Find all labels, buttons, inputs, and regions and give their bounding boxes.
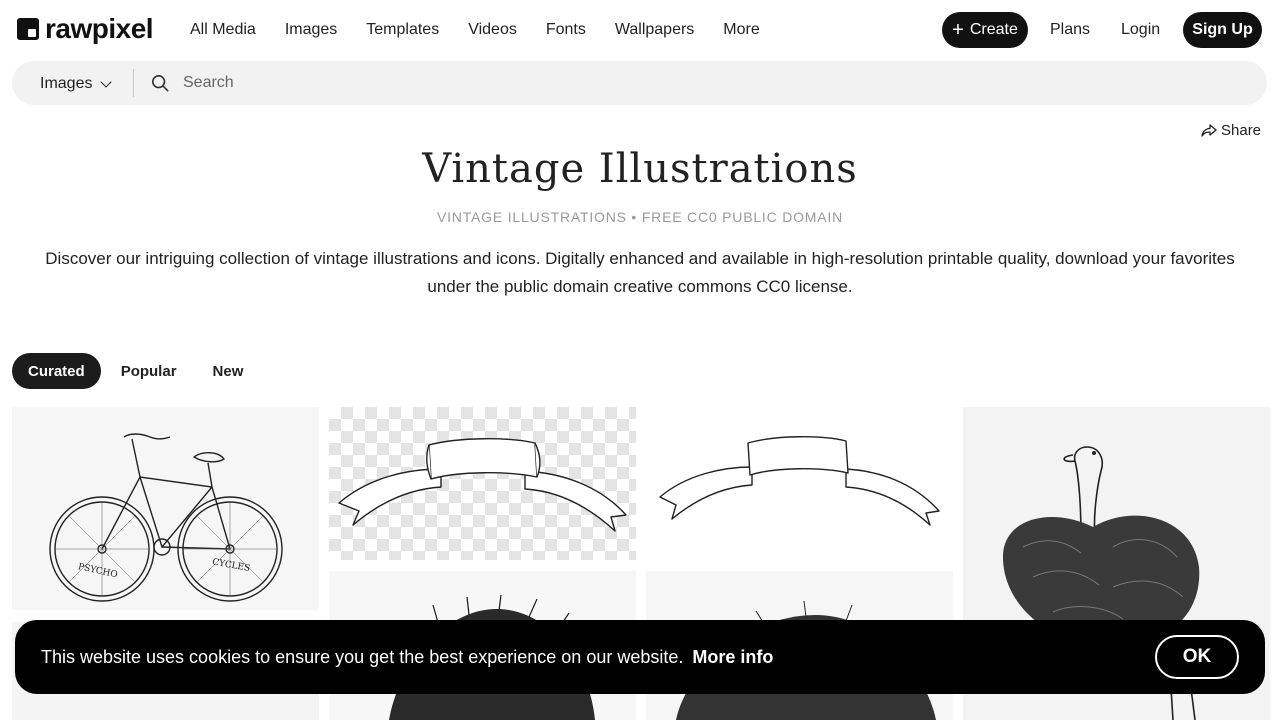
search-category-label: Images — [40, 75, 93, 92]
tab-curated[interactable]: Curated — [12, 353, 101, 389]
bicycle-label-left: PSYCHO — [77, 562, 118, 580]
logo-text: rawpixel — [45, 13, 154, 44]
create-label: Create — [969, 21, 1018, 38]
image-tile-ribbon-transparent[interactable] — [329, 407, 636, 560]
cookie-text: This website uses cookies to ensure you … — [41, 647, 684, 667]
nav-fonts[interactable]: Fonts — [546, 20, 586, 40]
create-button[interactable]: + Create — [942, 12, 1028, 48]
page-subtitle: VINTAGE ILLUSTRATIONS • FREE CC0 PUBLIC … — [436, 209, 844, 225]
nav-more[interactable]: More — [723, 20, 759, 40]
page-title: Vintage Illustrations — [422, 146, 858, 192]
nav-videos[interactable]: Videos — [468, 20, 517, 40]
ribbon-banner-illustration — [338, 438, 627, 532]
search-category-dropdown[interactable]: Images — [40, 75, 113, 93]
search-bar: Images — [12, 61, 1267, 105]
image-tile-ribbon-white[interactable] — [646, 407, 953, 560]
nav-images[interactable]: Images — [285, 20, 337, 40]
page-description: Discover our intriguing collection of vi… — [45, 249, 1235, 296]
cookie-banner: This website uses cookies to ensure you … — [15, 620, 1265, 694]
login-link[interactable]: Login — [1121, 21, 1160, 39]
rawpixel-logo[interactable]: rawpixel — [17, 13, 154, 44]
bicycle-illustration: PSYCHO CYCLES — [49, 433, 283, 602]
plus-icon: + — [952, 19, 964, 41]
ribbon-banner-illustration-white — [659, 436, 940, 526]
tab-new[interactable]: New — [197, 353, 260, 389]
share-label: Share — [1221, 122, 1262, 139]
logo-mark-icon — [17, 18, 39, 40]
bicycle-label-right: CYCLES — [211, 557, 250, 573]
signup-button[interactable]: Sign Up — [1183, 12, 1262, 48]
chevron-down-icon — [100, 75, 113, 88]
sort-tabs: Curated Popular New — [12, 353, 263, 389]
image-tile-bicycle[interactable]: PSYCHO CYCLES — [12, 407, 319, 610]
nav-templates[interactable]: Templates — [366, 20, 439, 40]
top-header: rawpixel All Media Images Templates Vide… — [0, 0, 1280, 60]
cookie-ok-button[interactable]: OK — [1155, 635, 1239, 679]
nav-all-media[interactable]: All Media — [190, 20, 256, 40]
tab-popular[interactable]: Popular — [105, 353, 193, 389]
share-button[interactable]: Share — [1201, 122, 1261, 139]
cookie-more-info-link[interactable]: More info — [692, 647, 773, 667]
search-input[interactable] — [183, 71, 1243, 95]
search-divider — [133, 69, 134, 97]
nav-wallpapers[interactable]: Wallpapers — [615, 20, 694, 40]
search-icon[interactable] — [151, 74, 169, 92]
cookie-message: This website uses cookies to ensure you … — [41, 647, 773, 668]
share-icon — [1201, 123, 1217, 137]
main-nav: All Media Images Templates Videos Fonts … — [190, 20, 789, 40]
plans-link[interactable]: Plans — [1050, 21, 1090, 39]
